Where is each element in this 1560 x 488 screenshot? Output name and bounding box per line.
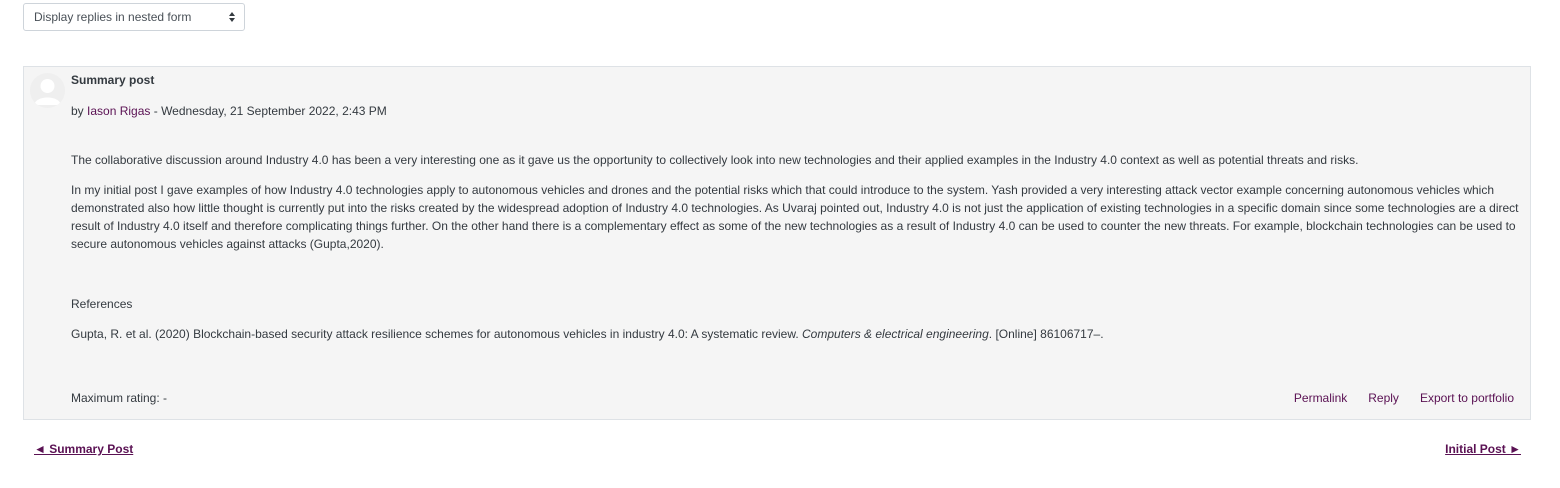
- references-heading: References: [71, 297, 133, 311]
- reply-link[interactable]: Reply: [1368, 391, 1399, 405]
- previous-discussion-link[interactable]: ◄ Summary Post: [34, 442, 133, 456]
- permalink-link[interactable]: Permalink: [1294, 391, 1347, 405]
- reference-journal: Computers & electrical engineering: [802, 327, 989, 341]
- user-avatar-icon: [30, 73, 65, 108]
- post-paragraph: The collaborative discussion around Indu…: [71, 153, 1359, 167]
- next-discussion-link[interactable]: Initial Post ►: [1445, 442, 1521, 456]
- post-date: Wednesday, 21 September 2022, 2:43 PM: [161, 104, 387, 118]
- export-to-portfolio-link[interactable]: Export to portfolio: [1420, 391, 1514, 405]
- reference-entry: Gupta, R. et al. (2020) Blockchain-based…: [71, 325, 1521, 343]
- post-subject: Summary post: [71, 73, 155, 87]
- select-arrows-icon: [229, 12, 235, 22]
- reference-suffix: . [Online] 86106717–.: [988, 327, 1104, 341]
- author-link[interactable]: Iason Rigas: [87, 104, 150, 118]
- post-byline: by Iason Rigas - Wednesday, 21 September…: [71, 104, 387, 118]
- reference-text: Gupta, R. et al. (2020) Blockchain-based…: [71, 327, 803, 341]
- display-mode-value: Display replies in nested form: [34, 10, 192, 24]
- avatar[interactable]: [30, 73, 65, 108]
- post-commands: Permalink Reply Export to portfolio: [1294, 391, 1514, 405]
- forum-post: Summary post by Iason Rigas - Wednesday,…: [23, 66, 1531, 420]
- maximum-rating: Maximum rating: -: [71, 391, 168, 405]
- post-paragraph: In my initial post I gave examples of ho…: [71, 183, 1519, 251]
- by-prefix: by: [71, 104, 88, 118]
- date-separator: -: [150, 104, 162, 118]
- display-mode-select[interactable]: Display replies in nested form: [23, 3, 245, 31]
